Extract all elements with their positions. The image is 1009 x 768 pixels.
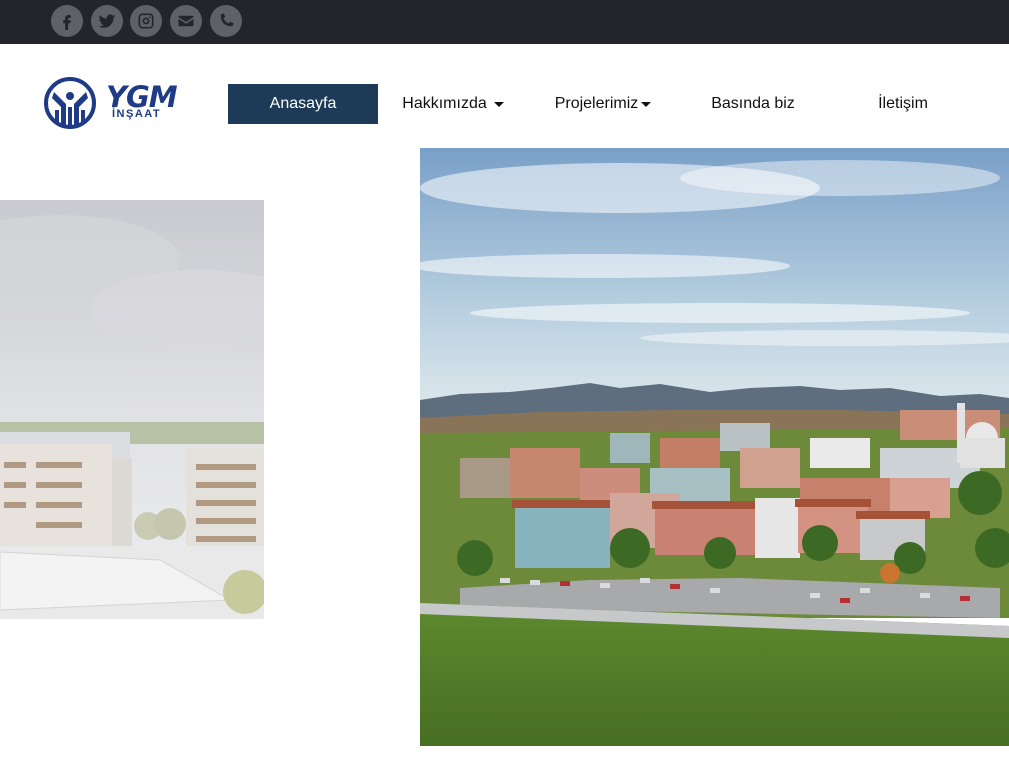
- instagram-link[interactable]: [130, 5, 162, 37]
- nav-about[interactable]: Hakkımızda: [378, 84, 528, 124]
- slider-main-image[interactable]: [420, 148, 1009, 746]
- nav-about-label: Hakkımızda: [402, 95, 487, 112]
- caret-down-icon: [641, 102, 652, 107]
- phone-icon: [220, 13, 234, 27]
- nav-projects-label: Projelerimiz: [554, 95, 639, 112]
- twitter-link[interactable]: [91, 5, 123, 37]
- top-bar: [0, 0, 1009, 44]
- phone-link[interactable]: [210, 5, 242, 37]
- nav-contact[interactable]: İletişim: [828, 84, 978, 124]
- email-link[interactable]: [170, 5, 202, 37]
- nav-projects[interactable]: Projelerimiz: [528, 84, 678, 124]
- twitter-icon: [98, 14, 116, 28]
- logo-subtitle: İNŞAAT: [112, 108, 162, 120]
- instagram-icon: [138, 13, 154, 29]
- envelope-icon: [178, 15, 194, 27]
- facebook-icon: [63, 15, 71, 30]
- caret-down-icon: [493, 102, 504, 107]
- nav-home[interactable]: Anasayfa: [228, 84, 378, 124]
- slider-prev-image[interactable]: [0, 200, 264, 619]
- nav-press[interactable]: Basında biz: [678, 84, 828, 124]
- company-logo[interactable]: YGM İNŞAAT: [44, 74, 194, 132]
- facebook-link[interactable]: [51, 5, 83, 37]
- ygm-emblem-icon: [44, 77, 96, 129]
